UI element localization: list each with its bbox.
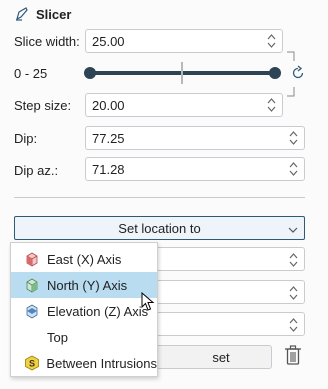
background-field-2-spinner[interactable] — [289, 285, 298, 304]
mouse-cursor-icon — [141, 291, 155, 315]
dip-field[interactable]: 77.25 — [85, 126, 305, 150]
range-slider[interactable] — [84, 60, 282, 86]
dip-spinner[interactable] — [286, 127, 300, 149]
slice-width-value: 25.00 — [92, 33, 125, 49]
menu-item-elevation-axis[interactable]: Elevation (Z) Axis — [11, 298, 157, 324]
chevron-down-icon — [288, 223, 298, 238]
background-field-3-spinner[interactable] — [289, 317, 298, 336]
step-size-label: Step size: — [14, 98, 72, 113]
menu-item-between-intrusions[interactable]: S Between Intrusions — [11, 350, 157, 376]
reset-icon[interactable] — [290, 65, 306, 84]
menu-item-top[interactable]: Top — [11, 324, 157, 350]
range-min-handle[interactable] — [84, 67, 96, 79]
step-size-field[interactable]: 20.00 — [85, 93, 283, 117]
menu-item-north-axis[interactable]: North (Y) Axis — [11, 272, 157, 298]
background-field-3[interactable] — [150, 312, 305, 336]
dip-az-value: 71.28 — [92, 161, 125, 177]
dip-az-field[interactable]: 71.28 — [85, 157, 305, 181]
menu-item-label: Top — [47, 329, 68, 345]
slice-width-label: Slice width: — [14, 34, 80, 49]
background-button[interactable]: set — [150, 345, 272, 369]
dip-label: Dip: — [14, 131, 38, 146]
step-size-value: 20.00 — [92, 97, 125, 113]
panel-title: Slicer — [14, 5, 71, 23]
menu-item-label: North (Y) Axis — [47, 277, 128, 293]
slice-width-field[interactable]: 25.00 — [85, 29, 283, 53]
dip-az-label: Dip az.: — [14, 163, 59, 178]
set-location-menu: East (X) Axis North (Y) Axis Elevation (… — [10, 242, 158, 377]
range-max-handle[interactable] — [269, 67, 281, 79]
svg-text:S: S — [29, 359, 35, 369]
between-intrusions-icon: S — [23, 354, 40, 372]
menu-item-label: Elevation (Z) Axis — [47, 303, 149, 319]
background-field-1-spinner[interactable] — [289, 252, 298, 271]
dip-value: 77.25 — [92, 130, 125, 146]
section-divider — [14, 197, 305, 198]
menu-item-label: Between Intrusions — [46, 355, 157, 371]
panel-title-text: Slicer — [36, 6, 72, 22]
background-field-2[interactable] — [150, 280, 305, 304]
set-location-dropdown[interactable]: Set location to — [14, 216, 305, 240]
background-button-label: set — [212, 349, 230, 365]
set-location-label: Set location to — [118, 220, 201, 236]
step-size-spinner[interactable] — [264, 94, 278, 116]
menu-item-label: East (X) Axis — [47, 251, 122, 267]
menu-item-east-axis[interactable]: East (X) Axis — [11, 246, 157, 272]
dip-az-spinner[interactable] — [286, 158, 300, 180]
range-label: 0 - 25 — [14, 66, 48, 81]
north-axis-icon — [23, 276, 41, 294]
pen-icon — [14, 6, 30, 22]
east-axis-icon — [23, 250, 41, 268]
background-field-1[interactable] — [150, 247, 305, 271]
elevation-axis-icon — [23, 302, 41, 320]
trash-icon[interactable] — [284, 344, 302, 369]
slice-width-spinner[interactable] — [264, 30, 278, 52]
